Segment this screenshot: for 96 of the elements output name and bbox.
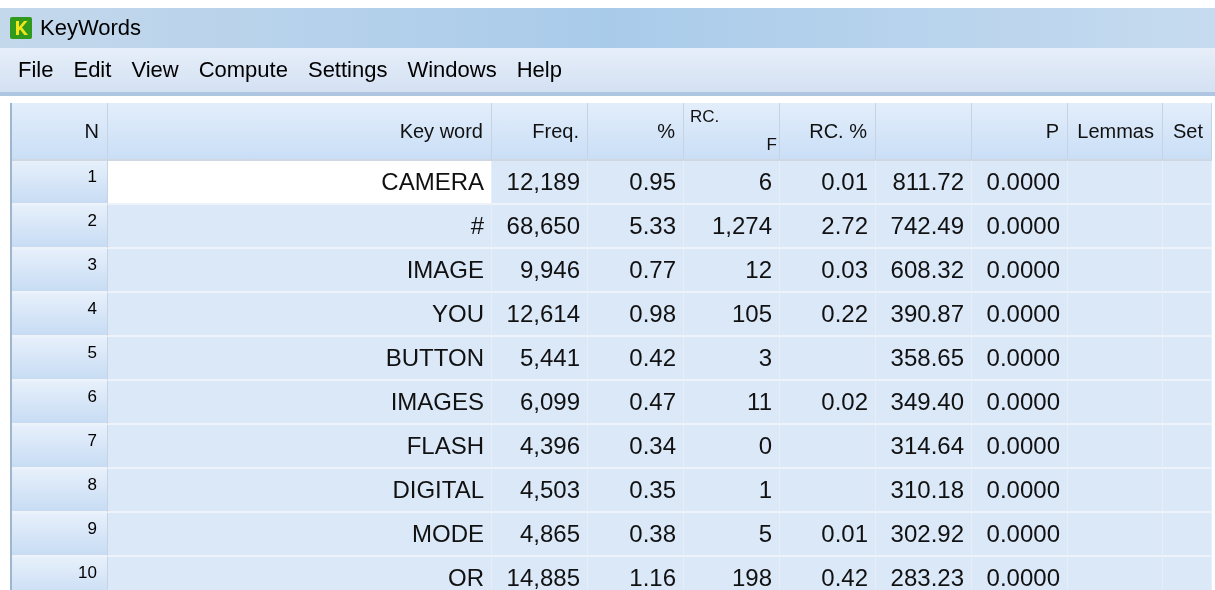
table-cell: # xyxy=(108,205,492,249)
table-cell: 0.77 xyxy=(588,249,684,293)
row-header[interactable]: 9 xyxy=(12,513,108,557)
table-cell: MODE xyxy=(108,513,492,557)
row-header[interactable]: 8 xyxy=(12,469,108,513)
table-cell: 0.0000 xyxy=(972,293,1068,337)
row-header[interactable]: 10 xyxy=(12,557,108,590)
column-header[interactable]: RC. F xyxy=(684,103,780,161)
table-cell: BUTTON xyxy=(108,337,492,381)
table-cell: 390.87 xyxy=(876,293,972,337)
column-header[interactable]: N xyxy=(12,103,108,161)
window-title: KeyWords xyxy=(40,15,142,41)
table-cell: 0.0000 xyxy=(972,425,1068,469)
table-cell: 0.38 xyxy=(588,513,684,557)
table-cell: IMAGES xyxy=(108,381,492,425)
table-cell: 0.0000 xyxy=(972,381,1068,425)
table-cell: 14,885 xyxy=(492,557,588,590)
table-cell: FLASH xyxy=(108,425,492,469)
table-cell: 0.03 xyxy=(780,249,876,293)
column-header[interactable]: Key word xyxy=(108,103,492,161)
table-cell: 310.18 xyxy=(876,469,972,513)
table-cell: 12 xyxy=(684,249,780,293)
app-icon xyxy=(10,17,32,39)
table-cell: 12,614 xyxy=(492,293,588,337)
table-cell: 349.40 xyxy=(876,381,972,425)
row-header[interactable]: 2 xyxy=(12,205,108,249)
row-header[interactable]: 4 xyxy=(12,293,108,337)
table-cell: CAMERA xyxy=(108,161,492,205)
column-header[interactable]: RC. % xyxy=(780,103,876,161)
table-cell: 9,946 xyxy=(492,249,588,293)
column-header[interactable]: Lemmas xyxy=(1068,103,1163,161)
table-cell: 0.01 xyxy=(780,513,876,557)
table-cell: 1,274 xyxy=(684,205,780,249)
table-cell: 0.98 xyxy=(588,293,684,337)
row-header[interactable]: 5 xyxy=(12,337,108,381)
column-header[interactable] xyxy=(876,103,972,161)
menu-item[interactable]: Windows xyxy=(397,57,507,83)
table-cell: OR xyxy=(108,557,492,590)
table-cell: 4,503 xyxy=(492,469,588,513)
table-cell: 0.0000 xyxy=(972,337,1068,381)
table-cell: 742.49 xyxy=(876,205,972,249)
table-cell: 283.23 xyxy=(876,557,972,590)
column-header[interactable]: Set xyxy=(1163,103,1212,161)
column-header[interactable]: % xyxy=(588,103,684,161)
row-header[interactable]: 1 xyxy=(12,161,108,205)
table-cell: DIGITAL xyxy=(108,469,492,513)
table-cell: 1.16 xyxy=(588,557,684,590)
table-cell: 811.72 xyxy=(876,161,972,205)
table-cell: 12,189 xyxy=(492,161,588,205)
row-header[interactable]: 7 xyxy=(12,425,108,469)
column-header[interactable]: P xyxy=(972,103,1068,161)
table-cell: 314.64 xyxy=(876,425,972,469)
table-cell: 105 xyxy=(684,293,780,337)
table-cell: 0.22 xyxy=(780,293,876,337)
table-cell: 0.01 xyxy=(780,161,876,205)
table-cell: 2.72 xyxy=(780,205,876,249)
table-cell: 0 xyxy=(684,425,780,469)
menu-item[interactable]: File xyxy=(8,57,64,83)
table-cell: 4,865 xyxy=(492,513,588,557)
menu-item[interactable]: View xyxy=(121,57,189,83)
table-cell: 0.0000 xyxy=(972,205,1068,249)
menu-item[interactable]: Settings xyxy=(297,57,398,83)
table-cell: 0.95 xyxy=(588,161,684,205)
table-cell: 68,650 xyxy=(492,205,588,249)
menu-item[interactable]: Help xyxy=(506,57,572,83)
table-cell: IMAGE xyxy=(108,249,492,293)
table-cell: 1 xyxy=(684,469,780,513)
row-header[interactable]: 6 xyxy=(12,381,108,425)
table-cell: 0.0000 xyxy=(972,249,1068,293)
table-cell: 0.42 xyxy=(780,557,876,590)
table-cell: 5 xyxy=(684,513,780,557)
table-cell: 358.65 xyxy=(876,337,972,381)
table-cell: 3 xyxy=(684,337,780,381)
table-cell: 0.0000 xyxy=(972,161,1068,205)
table-cell: 6 xyxy=(684,161,780,205)
table-cell: 0.47 xyxy=(588,381,684,425)
table-cell: 0.42 xyxy=(588,337,684,381)
table-cell: 0.0000 xyxy=(972,513,1068,557)
table-cell: 0.02 xyxy=(780,381,876,425)
column-header[interactable]: Freq. xyxy=(492,103,588,161)
table-cell: 0.0000 xyxy=(972,469,1068,513)
table-cell: 11 xyxy=(684,381,780,425)
table-cell: 5,441 xyxy=(492,337,588,381)
table-cell: 0.0000 xyxy=(972,557,1068,590)
row-header[interactable]: 3 xyxy=(12,249,108,293)
table-cell: 0.34 xyxy=(588,425,684,469)
table-cell: YOU xyxy=(108,293,492,337)
table-cell: 0.35 xyxy=(588,469,684,513)
menu-item[interactable]: Compute xyxy=(188,57,298,83)
table-cell: 302.92 xyxy=(876,513,972,557)
table-cell: 4,396 xyxy=(492,425,588,469)
table-cell: 198 xyxy=(684,557,780,590)
menu-item[interactable]: Edit xyxy=(63,57,122,83)
table-cell: 608.32 xyxy=(876,249,972,293)
table-cell: 5.33 xyxy=(588,205,684,249)
table-cell: 6,099 xyxy=(492,381,588,425)
